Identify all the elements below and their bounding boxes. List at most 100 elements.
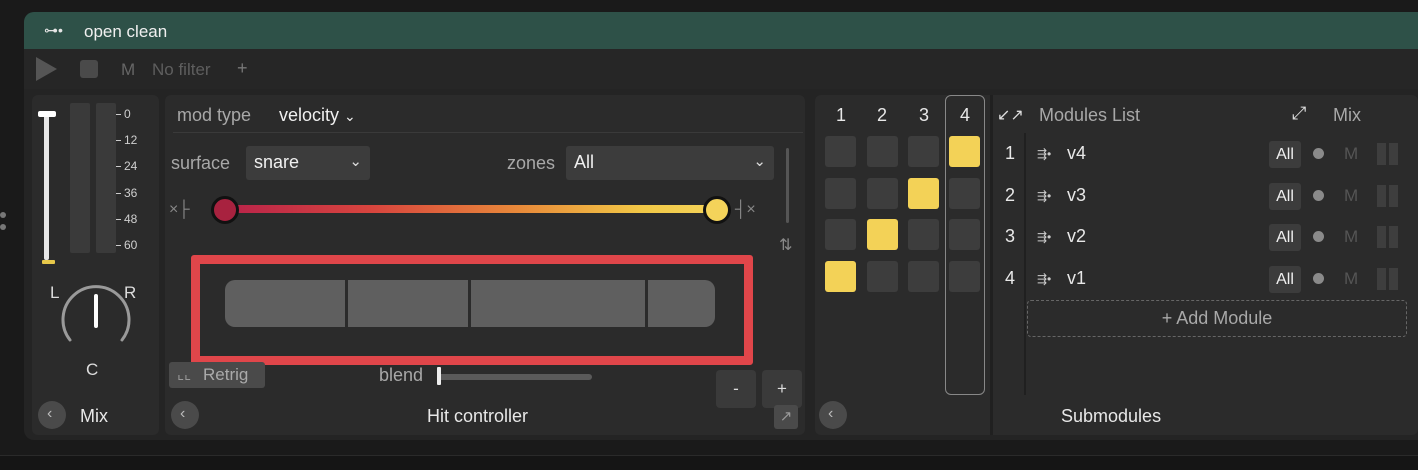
grid-cell[interactable]: [825, 219, 856, 250]
zone-selector[interactable]: All: [1269, 141, 1301, 168]
grid-cell[interactable]: [908, 136, 939, 167]
expand-icon[interactable]: ↗: [774, 405, 798, 429]
bottom-strip: [0, 455, 1418, 470]
range-min-icon[interactable]: ×├: [169, 201, 190, 219]
scale-tick: 24: [116, 159, 159, 185]
header-divider: [173, 132, 803, 133]
chevron-left-icon: ‹: [828, 405, 834, 422]
range-min-handle[interactable]: [211, 196, 239, 224]
row-number: 4: [1005, 267, 1016, 288]
velocity-range-slider[interactable]: [226, 205, 716, 213]
module-name[interactable]: v3: [1067, 185, 1086, 206]
retrig-icon: ⌞⌞: [177, 366, 192, 383]
volume-fader-handle[interactable]: [38, 111, 56, 117]
grid-cell[interactable]: [908, 178, 939, 209]
status-led: [1313, 148, 1324, 159]
zone-selector[interactable]: All: [1269, 224, 1301, 251]
submodules-panel: 1 2 3 4 ↙↗ Modules List ⤢ Mix 1 ⇶• v4 All M 2…: [815, 95, 1418, 435]
grid-cell[interactable]: [825, 136, 856, 167]
module-mute-button[interactable]: M: [1344, 144, 1358, 164]
module-mute-button[interactable]: M: [1344, 269, 1358, 289]
module-name[interactable]: v2: [1067, 226, 1086, 247]
submodules-label: Submodules: [1061, 406, 1162, 426]
modules-list: ↙↗ Modules List ⤢ Mix 1 ⇶• v4 All M 2 ⇶• v3 All M…: [997, 95, 1418, 395]
surface-select[interactable]: snare ⌄: [246, 146, 370, 180]
blend-slider[interactable]: [437, 374, 592, 380]
volume-fader-track[interactable]: [44, 115, 49, 260]
level-indicator: [42, 260, 55, 264]
retrig-button[interactable]: ⌞⌞ Retrig: [169, 362, 265, 388]
range-max-icon[interactable]: ┤×: [735, 201, 756, 219]
zones-select[interactable]: All ⌄: [566, 146, 774, 180]
expand-icon[interactable]: ⤢: [1292, 103, 1306, 124]
mod-type-dropdown[interactable]: velocity ⌄: [279, 105, 356, 126]
blend-slider-thumb[interactable]: [437, 367, 441, 385]
scrollbar[interactable]: [786, 148, 789, 223]
grid-cell[interactable]: [908, 261, 939, 292]
zone-divider[interactable]: [345, 280, 348, 327]
zone-bar[interactable]: [225, 280, 715, 327]
module-window: ⊶• open clean M No filter + 0 12 24 36 4…: [24, 12, 1418, 440]
sort-icon[interactable]: ⇅: [779, 235, 792, 255]
collapse-icon[interactable]: ↙↗: [997, 105, 1024, 125]
scale-tick: 48: [116, 212, 159, 238]
grid-cell[interactable]: [825, 178, 856, 209]
grid-cell[interactable]: [949, 219, 980, 250]
grid-cell[interactable]: [867, 219, 898, 250]
grid-cell[interactable]: [949, 178, 980, 209]
retrig-label: Retrig: [203, 365, 249, 384]
module-mute-button[interactable]: M: [1344, 227, 1358, 247]
module-name[interactable]: v4: [1067, 143, 1086, 164]
play-icon[interactable]: [36, 57, 57, 81]
row-number: 2: [1005, 184, 1016, 205]
grid-cell[interactable]: [867, 178, 898, 209]
filter-selector[interactable]: No filter: [152, 60, 211, 80]
grid-cell[interactable]: [949, 136, 980, 167]
module-meter: [1377, 226, 1386, 248]
title-bar: ⊶• open clean: [24, 12, 1418, 49]
column-header-2[interactable]: 2: [872, 105, 892, 126]
grid-cell[interactable]: [908, 219, 939, 250]
column-header-4[interactable]: 4: [955, 105, 975, 126]
grid-cell[interactable]: [949, 261, 980, 292]
hit-controller-panel: mod type velocity ⌄ surface snare ⌄ zone…: [165, 95, 805, 435]
module-mute-button[interactable]: M: [1344, 186, 1358, 206]
grid-cell[interactable]: [867, 261, 898, 292]
zone-selector[interactable]: All: [1269, 265, 1301, 293]
plus-button[interactable]: +: [762, 370, 802, 408]
zone-divider[interactable]: [468, 280, 471, 327]
range-max-handle[interactable]: [703, 196, 731, 224]
side-handle[interactable]: [0, 212, 6, 236]
mod-type-value: velocity: [279, 105, 340, 125]
level-meter-right: [96, 103, 116, 253]
module-routing-icon: ⇶•: [1037, 147, 1052, 161]
mute-button[interactable]: M: [121, 60, 135, 80]
column-header-1[interactable]: 1: [831, 105, 851, 126]
column-header-3[interactable]: 3: [914, 105, 934, 126]
module-title[interactable]: open clean: [84, 22, 167, 42]
submodules-back-button[interactable]: ‹: [819, 401, 847, 429]
module-name[interactable]: v1: [1067, 268, 1086, 289]
module-meter: [1389, 184, 1398, 207]
zones-label: zones: [507, 153, 556, 173]
zone-divider[interactable]: [645, 280, 648, 327]
grid-cell[interactable]: [825, 261, 856, 292]
add-module-button[interactable]: + Add Module: [1027, 300, 1407, 337]
hit-controller-label: Hit controller: [427, 406, 529, 426]
minus-button[interactable]: -: [716, 370, 756, 408]
chevron-down-icon: ⌄: [349, 153, 362, 170]
pan-center-label: C: [86, 360, 99, 379]
module-meter: [1377, 267, 1386, 290]
mix-column-label: Mix: [1333, 105, 1361, 125]
chevron-left-icon: ‹: [180, 405, 186, 422]
hit-back-button[interactable]: ‹: [171, 401, 199, 429]
mix-back-button[interactable]: ‹: [38, 401, 66, 429]
pan-left-label: L: [50, 283, 60, 302]
mix-panel-label: Mix: [80, 406, 108, 426]
grid-cell[interactable]: [867, 136, 898, 167]
module-routing-icon: ⇶•: [1037, 188, 1052, 203]
stop-icon[interactable]: [80, 60, 98, 78]
toolbar: M No filter +: [24, 49, 1418, 89]
add-filter-button[interactable]: +: [237, 58, 248, 79]
zone-selector[interactable]: All: [1269, 182, 1301, 210]
